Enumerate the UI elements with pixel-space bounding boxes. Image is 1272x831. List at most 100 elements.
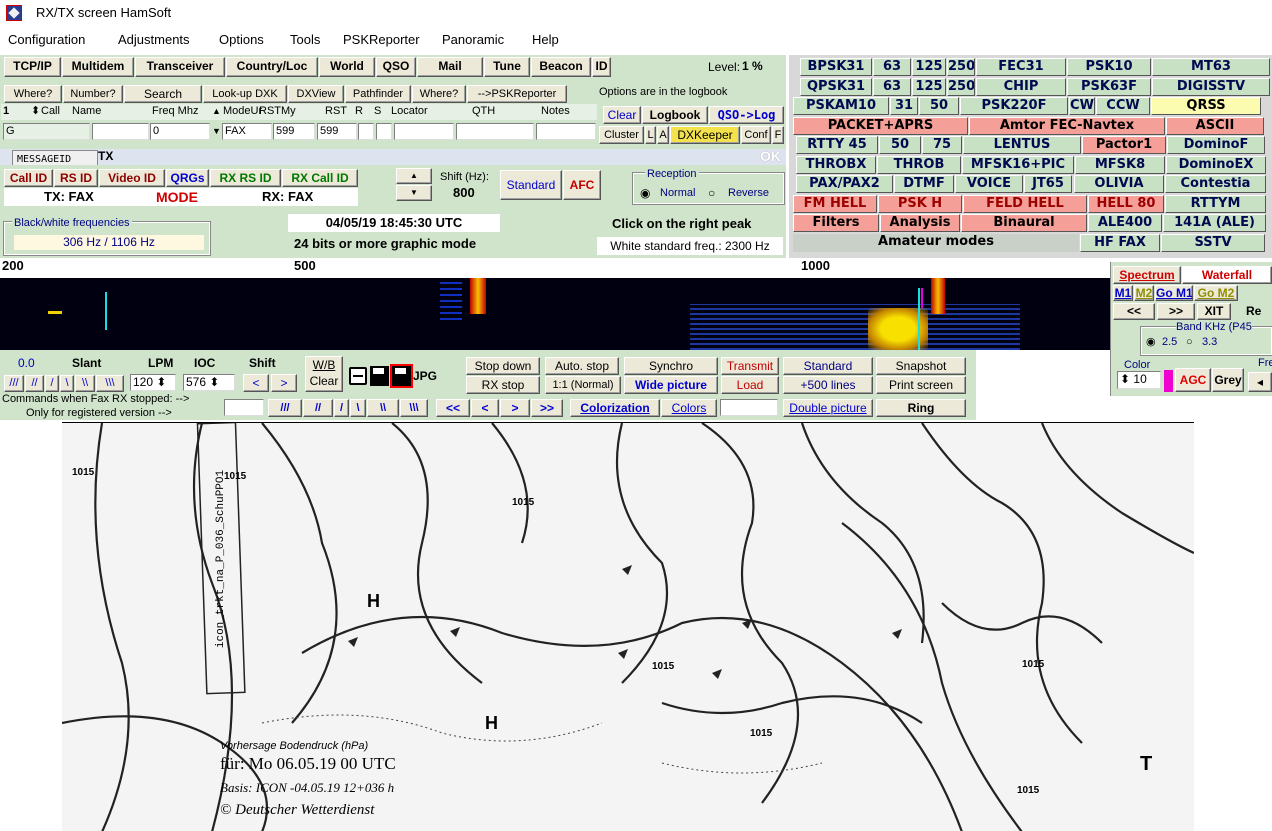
menu-panoramic[interactable]: Panoramic [442, 32, 504, 47]
shift-up-button[interactable]: ▲ [396, 168, 432, 184]
mode-fm-hell-button[interactable]: FM HELL [793, 195, 877, 213]
mode-dominof-button[interactable]: DominoF [1167, 136, 1265, 154]
call-id-button[interactable]: Call ID [4, 169, 53, 187]
mode-amtor-fec-navtex-button[interactable]: Amtor FEC-Navtex [969, 117, 1165, 135]
transceiver-button[interactable]: Transceiver [135, 57, 225, 77]
band-radio-2[interactable]: ○ [1186, 335, 1193, 349]
message-tab[interactable]: MESSAGEID [12, 150, 98, 165]
shift-right-button[interactable]: > [271, 374, 297, 392]
rst-sent-field[interactable]: 599 [273, 123, 315, 140]
wide-picture-button[interactable]: Wide picture [624, 376, 718, 394]
go-m2-button[interactable]: Go M2 [1194, 285, 1238, 301]
mode-qpsk31-button[interactable]: QPSK31 [800, 78, 872, 96]
rx-stop-button[interactable]: RX stop [466, 376, 540, 394]
mode-ascii-button[interactable]: ASCII [1166, 117, 1264, 135]
mode-throbx-button[interactable]: THROBX [796, 156, 876, 174]
mode-rtty-45-button[interactable]: RTTY 45 [796, 136, 878, 154]
ok-label[interactable]: OK [760, 148, 781, 164]
mode-pax-pax2-button[interactable]: PAX/PAX2 [796, 175, 893, 193]
slant-button-4[interactable]: \ [60, 375, 74, 392]
qso-log-button[interactable]: QSO->Log [709, 106, 784, 124]
rst-rcvd-field[interactable]: 599 [317, 123, 357, 140]
multidem-button[interactable]: Multidem [62, 57, 134, 77]
slant-button-6[interactable]: \\\ [96, 375, 124, 392]
where-button[interactable]: Where? [4, 85, 62, 103]
mode-250-button[interactable]: 250 [947, 58, 975, 76]
pskreporter-button[interactable]: -->PSKReporter [467, 85, 567, 103]
nav-button-1[interactable]: << [436, 399, 470, 417]
waterfall-button[interactable]: Waterfall [1182, 266, 1272, 284]
standard-shift-button[interactable]: Standard [500, 170, 562, 200]
mode-mfsk16-pic-button[interactable]: MFSK16+PIC [962, 156, 1074, 174]
slant-button-row2-1[interactable]: /// [268, 399, 302, 417]
auto-stop-button[interactable]: Auto. stop [545, 357, 619, 375]
jpg-label[interactable]: JPG [413, 369, 437, 383]
id-button[interactable]: ID [592, 57, 611, 77]
re-label[interactable]: Re [1246, 304, 1261, 318]
colorization-button[interactable]: Colorization [570, 399, 660, 417]
search-button[interactable]: Search [124, 85, 202, 103]
mode-31-button[interactable]: 31 [890, 97, 918, 115]
rs-id-button[interactable]: RS ID [54, 169, 98, 187]
colors-button[interactable]: Colors [661, 399, 717, 417]
slant-button-1[interactable]: /// [4, 375, 24, 392]
grey-button[interactable]: Grey [1212, 368, 1244, 392]
mode-analysis-button[interactable]: Analysis [880, 214, 960, 232]
print-screen-button[interactable]: Print screen [876, 376, 966, 394]
mode-ale400-button[interactable]: ALE400 [1088, 214, 1162, 232]
rx-call-id-button[interactable]: RX Call ID [282, 169, 358, 187]
colors-field[interactable] [720, 399, 778, 416]
mode-sstv-button[interactable]: SSTV [1161, 234, 1265, 252]
rx-rs-id-button[interactable]: RX RS ID [210, 169, 281, 187]
go-m1-button[interactable]: Go M1 [1155, 285, 1193, 301]
world-button[interactable]: World [319, 57, 375, 77]
slant-button-5[interactable]: \\ [75, 375, 95, 392]
mode-label[interactable]: MODE [156, 189, 198, 205]
spec-right-button[interactable]: >> [1157, 303, 1195, 320]
qso-button[interactable]: QSO [376, 57, 416, 77]
beacon-button[interactable]: Beacon [531, 57, 591, 77]
slant-button-row2-2[interactable]: // [303, 399, 333, 417]
mode-psk10-button[interactable]: PSK10 [1067, 58, 1151, 76]
menu-configuration[interactable]: Configuration [8, 32, 85, 47]
down-arrow-icon[interactable]: ▼ [212, 124, 221, 138]
slant-button-row2-6[interactable]: \\\ [400, 399, 428, 417]
menu-options[interactable]: Options [219, 32, 264, 47]
mode-olivia-button[interactable]: OLIVIA [1074, 175, 1164, 193]
mode-psk63f-button[interactable]: PSK63F [1067, 78, 1151, 96]
mode-filters-button[interactable]: Filters [793, 214, 879, 232]
xit-button[interactable]: XIT [1197, 303, 1231, 320]
logbook-button[interactable]: Logbook [642, 106, 708, 124]
cluster-button[interactable]: Cluster [599, 126, 644, 144]
band-radio-1[interactable]: ◉ [1146, 335, 1156, 349]
mode-feld-hell-button[interactable]: FELD HELL [963, 195, 1087, 213]
slant-button-3[interactable]: / [45, 375, 59, 392]
slant-button-2[interactable]: // [25, 375, 44, 392]
mode-125-button[interactable]: 125 [912, 58, 946, 76]
ring-button[interactable]: Ring [876, 399, 966, 417]
mode-50-button[interactable]: 50 [879, 136, 921, 154]
name-field[interactable] [92, 123, 149, 140]
mode-binaural-button[interactable]: Binaural [961, 214, 1087, 232]
clear-button[interactable]: Clear [603, 106, 641, 124]
mode-rttym-button[interactable]: RTTYM [1165, 195, 1266, 213]
mode-field[interactable]: FAX [222, 123, 272, 140]
reverse-radio[interactable]: ○ [708, 186, 715, 200]
nav-button-2[interactable]: < [471, 399, 499, 417]
l-button[interactable]: L [645, 126, 656, 144]
country-loc-button[interactable]: Country/Loc [226, 57, 318, 77]
spec-left-button[interactable]: << [1113, 303, 1155, 320]
mode-amateur-modes-button[interactable]: Amateur modes [793, 234, 1079, 252]
mode-250-button[interactable]: 250 [947, 78, 975, 96]
call-field[interactable]: G [3, 123, 90, 140]
mode-jt65-button[interactable]: JT65 [1024, 175, 1072, 193]
snapshot-button[interactable]: Snapshot [876, 357, 966, 375]
mode-pskam10-button[interactable]: PSKAM10 [793, 97, 889, 115]
nav-button-3[interactable]: > [500, 399, 530, 417]
lookup-dxk-button[interactable]: Look-up DXK [203, 85, 287, 103]
mode-141a-ale--button[interactable]: 141A (ALE) [1163, 214, 1266, 232]
dxkeeper-button[interactable]: DXKeeper [670, 126, 740, 144]
freq-field[interactable]: 0 [150, 123, 210, 140]
fax-image[interactable]: icon_trkt_na_P_036_SchuPPO1 H H T 1015 1… [62, 422, 1194, 831]
mail-button[interactable]: Mail [417, 57, 483, 77]
